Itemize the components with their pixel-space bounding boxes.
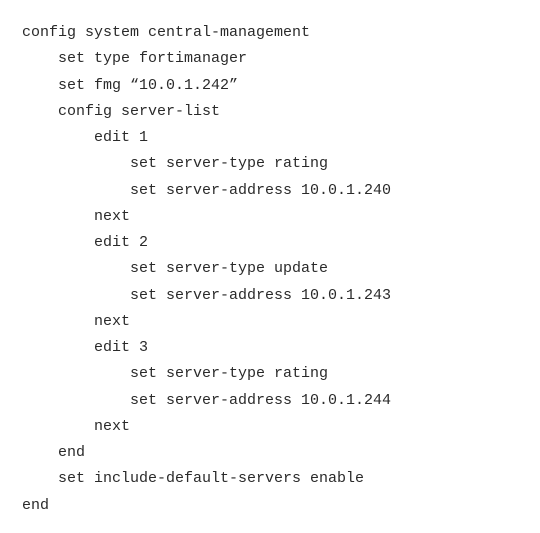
config-code-block: config system central-management set typ… bbox=[0, 0, 540, 519]
